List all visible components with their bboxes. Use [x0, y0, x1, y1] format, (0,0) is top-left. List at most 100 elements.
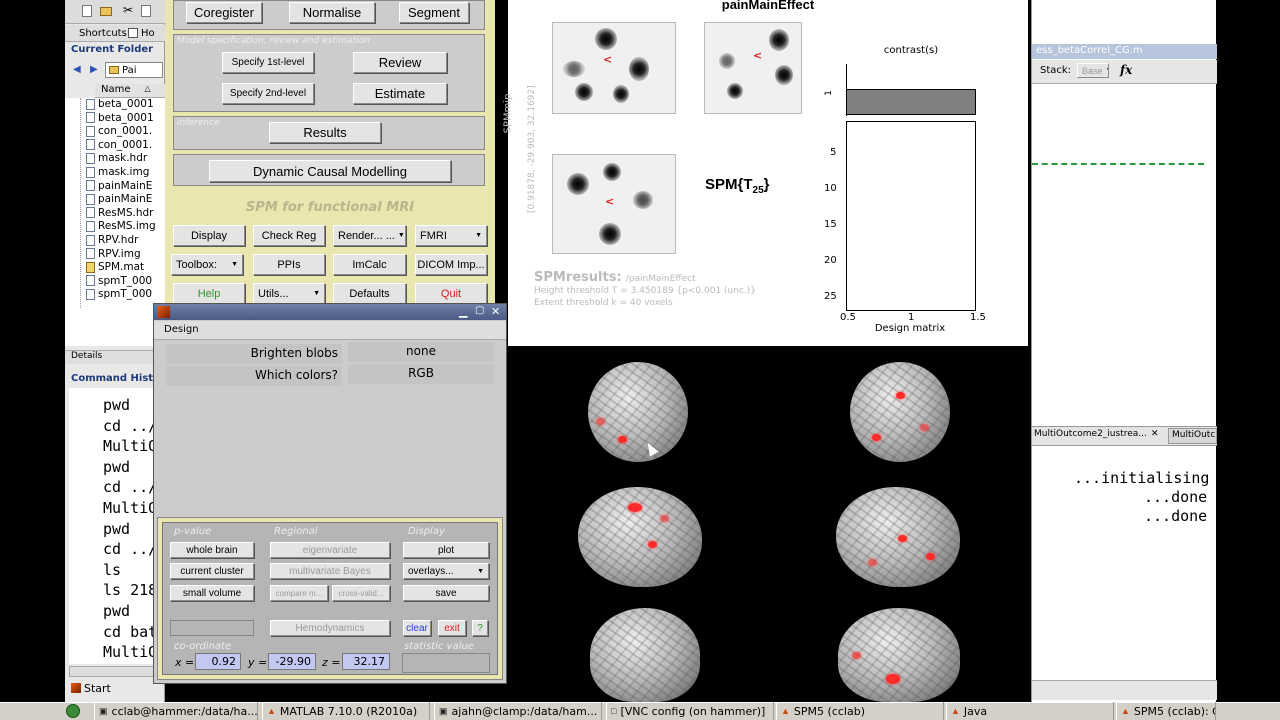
y-coordinate-input[interactable]: -29.90 [268, 653, 316, 670]
quit-button[interactable]: Quit [415, 283, 487, 304]
imcalc-button[interactable]: ImCalc [333, 254, 406, 275]
small-volume-button[interactable]: small volume [170, 585, 254, 601]
history-command[interactable]: pwd [103, 458, 130, 476]
file-list-item[interactable]: RPV.hdr [86, 234, 138, 246]
name-column-header[interactable]: Name [101, 84, 131, 97]
maximize-icon[interactable]: ▢ [475, 305, 484, 316]
history-command[interactable]: pwd [103, 396, 130, 414]
results-button[interactable]: Results [269, 122, 381, 143]
hemodynamics-button[interactable]: Hemodynamics [270, 620, 390, 636]
mip-sagittal[interactable]: < [552, 22, 676, 114]
mip-coronal[interactable]: < [704, 22, 802, 114]
mip-axial[interactable]: < [552, 154, 676, 254]
multivariate-bayes-button[interactable]: multivariate Bayes [270, 563, 390, 579]
taskbar-item-java[interactable]: ▲ Java [946, 702, 1114, 720]
estimate-button[interactable]: Estimate [353, 83, 447, 104]
brain-superior[interactable] [838, 608, 960, 702]
file-list-item[interactable]: con_0001. [86, 139, 152, 151]
contrast-bar[interactable] [846, 89, 976, 115]
interactive-titlebar[interactable] [154, 304, 506, 320]
brain-left[interactable] [836, 487, 960, 587]
history-command[interactable]: cd ../ [103, 478, 157, 496]
history-command[interactable]: ls [103, 561, 121, 579]
history-scrollbar[interactable] [69, 666, 165, 677]
specify-2nd-level-button[interactable]: Specify 2nd-level [222, 83, 314, 104]
check-reg-button[interactable]: Check Reg [253, 225, 325, 246]
file-list-item[interactable]: spmT_000 [86, 275, 152, 287]
render-dropdown[interactable]: Render... ... [333, 225, 406, 246]
fx-icon[interactable]: fx [1120, 63, 1132, 77]
help-button[interactable]: Help [173, 283, 245, 304]
specify-1st-level-button[interactable]: Specify 1st-level [222, 52, 314, 73]
minimize-icon[interactable]: ▁ [459, 305, 467, 318]
file-list-item[interactable]: SPM.mat [86, 261, 144, 273]
console-scrollbar[interactable] [1032, 680, 1217, 700]
how-to-add-icon[interactable] [128, 28, 138, 38]
new-file-icon[interactable] [82, 5, 92, 17]
file-list-item[interactable]: ResMS.hdr [86, 207, 153, 219]
utils-dropdown[interactable]: Utils... [253, 283, 325, 304]
overlays-dropdown[interactable]: overlays... [403, 563, 489, 579]
console-tab-1[interactable]: MultiOutcome2_iustrea... ✕ [1034, 429, 1158, 439]
whole-brain-button[interactable]: whole brain [170, 542, 254, 558]
history-command[interactable]: cd ../ [103, 540, 157, 558]
close-tab-icon[interactable]: ✕ [1151, 429, 1159, 439]
normalise-button[interactable]: Normalise [289, 2, 375, 23]
stack-dropdown[interactable]: Base [1077, 63, 1109, 78]
history-command[interactable]: ls 218 [103, 581, 157, 599]
file-list-item[interactable]: spmT_000 [86, 288, 152, 300]
how-to-add-label[interactable]: Ho [141, 28, 155, 39]
history-command[interactable]: MultiO [103, 437, 157, 455]
ppis-button[interactable]: PPIs [253, 254, 325, 275]
help-question-button[interactable]: ? [472, 620, 488, 636]
design-matrix[interactable] [846, 121, 976, 311]
shortcuts-label[interactable]: Shortcuts [79, 28, 127, 39]
brighten-blobs-value[interactable]: none [348, 342, 494, 362]
history-command[interactable]: pwd [103, 602, 130, 620]
brain-inferior[interactable] [590, 608, 700, 702]
clear-button[interactable]: clear [403, 620, 431, 636]
taskbar-item-spm5-graphics[interactable]: ▲ SPM5 (cclab): G [1116, 702, 1216, 720]
current-cluster-button[interactable]: current cluster [170, 563, 254, 579]
exit-button[interactable]: exit [438, 620, 466, 636]
copy-icon[interactable] [141, 5, 151, 17]
z-coordinate-input[interactable]: 32.17 [342, 653, 390, 670]
history-command[interactable]: pwd [103, 520, 130, 538]
modality-dropdown[interactable]: FMRI [415, 225, 487, 246]
brain-right[interactable] [578, 487, 702, 587]
cut-icon[interactable]: ✂ [123, 3, 133, 17]
coregister-button[interactable]: Coregister [186, 2, 262, 23]
plot-button[interactable]: plot [403, 542, 489, 558]
review-button[interactable]: Review [353, 52, 447, 73]
console-tab-2[interactable]: MultiOutc [1168, 428, 1217, 444]
file-list-item[interactable]: beta_0001 [86, 98, 154, 110]
path-box[interactable]: Pai [105, 62, 163, 78]
file-list-item[interactable]: beta_0001 [86, 112, 154, 124]
taskbar-item-terminal-1[interactable]: ▣ cclab@hammer:/data/ha... [94, 702, 258, 720]
taskbar-item-spm5[interactable]: ▲ SPM5 (cclab) [776, 702, 944, 720]
brain-posterior[interactable] [588, 362, 688, 462]
close-icon[interactable]: ✕ [491, 305, 500, 318]
brain-anterior[interactable] [850, 362, 950, 462]
file-list-item[interactable]: mask.hdr [86, 152, 147, 164]
file-list-header[interactable]: Name △ [95, 84, 165, 98]
menu-design[interactable]: Design [164, 324, 199, 335]
taskbar-item-terminal-2[interactable]: ▣ ajahn@clamp:/data/ham... [434, 702, 602, 720]
display-button[interactable]: Display [173, 225, 245, 246]
save-button[interactable]: save [403, 585, 489, 601]
segment-button[interactable]: Segment [399, 2, 469, 23]
history-command[interactable]: MultiO [103, 643, 157, 661]
history-command[interactable]: cd bat [103, 623, 157, 641]
back-arrow-icon[interactable]: ◀ [73, 64, 81, 75]
cross-validate-button[interactable]: cross-valid... [332, 585, 390, 601]
show-desktop-icon[interactable] [66, 704, 80, 718]
start-button[interactable]: Start [67, 679, 127, 697]
compare-models-button[interactable]: compare m... [270, 585, 328, 601]
forward-arrow-icon[interactable]: ▶ [90, 64, 98, 75]
toolbox-dropdown[interactable]: Toolbox: [171, 254, 243, 275]
file-list-item[interactable]: RPV.img [86, 248, 141, 260]
file-list-item[interactable]: con_0001. [86, 125, 152, 137]
file-list-item[interactable]: painMainE [86, 180, 152, 192]
dicom-import-button[interactable]: DICOM Imp... [415, 254, 487, 275]
open-folder-icon[interactable] [100, 7, 112, 16]
